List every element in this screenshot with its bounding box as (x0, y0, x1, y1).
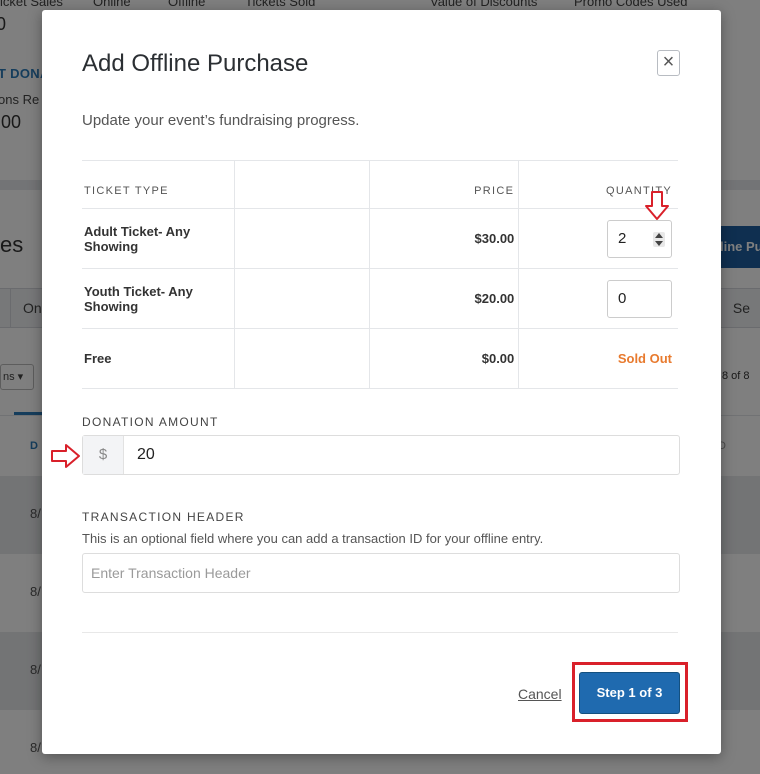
quantity-value: 2 (618, 229, 627, 247)
table-row: Adult Ticket- Any Showing $30.00 2 (82, 208, 678, 269)
dialog-subtitle: Update your event’s fundraising progress… (82, 112, 360, 129)
sold-out-text: Sold Out (617, 351, 672, 366)
arrow-down-icon (645, 191, 669, 220)
close-icon: × (662, 51, 675, 73)
ticket-price: $0.00 (369, 328, 519, 389)
quantity-stepper-adult[interactable]: 2 (607, 219, 672, 258)
ticket-table: TICKET TYPE PRICE QUANTITY Adult Ticket-… (82, 160, 678, 389)
dialog-title: Add Offline Purchase (82, 50, 309, 77)
table-row: Free $0.00 Sold Out (82, 328, 678, 389)
ticket-price: $30.00 (369, 208, 519, 269)
sold-out-badge: Sold Out (518, 328, 678, 389)
ticket-type-name: Youth Ticket- Any Showing (82, 268, 235, 329)
header-price: PRICE (369, 160, 519, 209)
row-spacer (234, 328, 370, 389)
donation-amount-label: DONATION AMOUNT (82, 415, 219, 429)
highlight-box (572, 662, 688, 722)
transaction-help-text: This is an optional field where you can … (82, 531, 544, 546)
cancel-link[interactable]: Cancel (518, 686, 562, 702)
currency-prefix: $ (83, 436, 124, 474)
header-ticket-type: TICKET TYPE (82, 160, 235, 209)
add-offline-purchase-dialog: Add Offline Purchase × Update your event… (42, 10, 721, 754)
ticket-type-name: Adult Ticket- Any Showing (82, 208, 235, 269)
donation-amount-field[interactable]: $ 20 (82, 435, 680, 475)
quantity-value: 0 (618, 289, 627, 307)
footer-divider (82, 632, 678, 633)
close-button[interactable]: × (657, 50, 680, 76)
quantity-cell: 0 (518, 268, 678, 329)
transaction-header-input[interactable]: Enter Transaction Header (82, 553, 680, 593)
table-row: Youth Ticket- Any Showing $20.00 0 (82, 268, 678, 329)
header-spacer (234, 160, 370, 209)
quantity-input-youth[interactable]: 0 (607, 279, 672, 318)
ticket-table-header: TICKET TYPE PRICE QUANTITY (82, 160, 678, 209)
ticket-type-name: Free (82, 328, 235, 389)
donation-amount-value: 20 (137, 446, 155, 463)
row-spacer (234, 208, 370, 269)
spinner-arrows-icon[interactable] (653, 231, 665, 247)
row-spacer (234, 268, 370, 329)
ticket-price: $20.00 (369, 268, 519, 329)
transaction-header-label: TRANSACTION HEADER (82, 510, 245, 524)
arrow-right-icon (51, 444, 80, 468)
